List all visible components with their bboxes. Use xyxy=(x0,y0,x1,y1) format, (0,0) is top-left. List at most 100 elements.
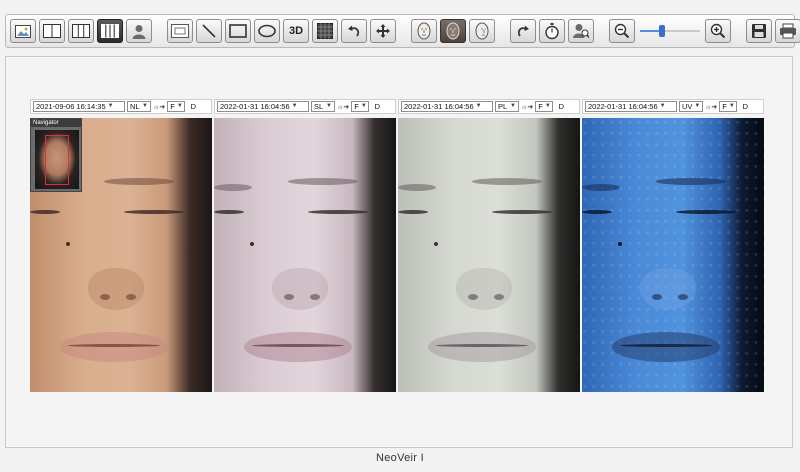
four-column-layout-icon xyxy=(101,24,119,38)
pan-button[interactable] xyxy=(370,19,396,43)
three-d-label: 3D xyxy=(288,25,304,37)
face-angle-select[interactable]: F ▼ xyxy=(535,101,554,112)
date-value: 2022-01-31 16:04:56 xyxy=(588,102,658,111)
date-select[interactable]: 2021-09-06 16:14:35 ▼ xyxy=(33,101,125,112)
light-bulb-icon[interactable]: ☼➔ xyxy=(705,103,717,111)
face-photo-nl[interactable]: Navigator xyxy=(30,118,212,392)
zoom-out-icon xyxy=(614,23,630,39)
face-angle-value: F xyxy=(722,102,727,111)
chevron-down-icon: ▼ xyxy=(176,103,183,109)
image-viewer: 2021-09-06 16:14:35 ▼ NL ▼ ☼➔ F ▼ D Navigat… xyxy=(5,56,793,448)
rectangle-tool-button[interactable] xyxy=(225,19,251,43)
undo-icon xyxy=(348,25,360,37)
chevron-down-icon: ▼ xyxy=(659,103,666,109)
chevron-down-icon: ▼ xyxy=(142,103,148,109)
save-button[interactable] xyxy=(746,19,772,43)
face-photo-uv[interactable] xyxy=(582,118,764,392)
face-angle-value: F xyxy=(170,102,175,111)
panel-header: 2022-01-31 16:04:56 ▼ SL ▼ ☼➔ F ▼ D xyxy=(214,99,396,114)
date-select[interactable]: 2022-01-31 16:04:56 ▼ xyxy=(585,101,677,112)
light-mode-select[interactable]: PL ▼ xyxy=(495,101,519,112)
timer-button[interactable] xyxy=(539,19,565,43)
light-bulb-icon[interactable]: ☼➔ xyxy=(337,103,349,111)
layout-4-button[interactable] xyxy=(97,19,123,43)
redo-button[interactable] xyxy=(510,19,536,43)
zoom-out-button[interactable] xyxy=(609,19,635,43)
navigator-viewport-rect[interactable] xyxy=(45,135,69,185)
line-icon xyxy=(202,24,216,38)
date-value: 2021-09-06 16:14:35 xyxy=(36,102,106,111)
zoom-in-button[interactable] xyxy=(705,19,731,43)
panel-header: 2021-09-06 16:14:35 ▼ NL ▼ ☼➔ F ▼ D xyxy=(30,99,212,114)
text-annotation-button[interactable] xyxy=(167,19,193,43)
face-angle-value: F xyxy=(354,102,359,111)
layout-2-button[interactable] xyxy=(39,19,65,43)
line-tool-button[interactable] xyxy=(196,19,222,43)
grid-button[interactable] xyxy=(312,19,338,43)
patient-search-button[interactable] xyxy=(568,19,594,43)
chevron-down-icon: ▼ xyxy=(694,103,701,109)
light-bulb-icon[interactable]: ☼➔ xyxy=(153,103,165,111)
face-angle-value: F xyxy=(538,102,543,111)
layout-3-button[interactable] xyxy=(68,19,94,43)
chevron-down-icon: ▼ xyxy=(510,103,516,109)
stopwatch-icon xyxy=(545,23,559,40)
light-mode-select[interactable]: UV ▼ xyxy=(679,101,703,112)
chevron-down-icon: ▼ xyxy=(360,103,367,109)
print-button[interactable] xyxy=(775,19,800,43)
d-button[interactable]: D xyxy=(371,101,383,112)
grid-icon xyxy=(317,23,333,39)
d-button[interactable]: D xyxy=(739,101,751,112)
text-box-icon xyxy=(171,24,189,38)
undo-button[interactable] xyxy=(341,19,367,43)
three-column-layout-icon xyxy=(72,24,90,38)
chevron-down-icon: ▼ xyxy=(728,103,735,109)
face-left-button[interactable] xyxy=(440,19,466,43)
light-mode-value: SL xyxy=(314,102,324,111)
face-angle-select[interactable]: F ▼ xyxy=(351,101,370,112)
move-arrows-icon xyxy=(376,24,390,38)
light-mode-value: NL xyxy=(130,102,140,111)
zoom-slider-knob[interactable] xyxy=(658,25,665,37)
patient-button[interactable] xyxy=(126,19,152,43)
light-bulb-icon[interactable]: ☼➔ xyxy=(521,103,533,111)
zoom-slider[interactable] xyxy=(640,24,700,38)
face-photo-pl[interactable] xyxy=(398,118,580,392)
date-select[interactable]: 2022-01-31 16:04:56 ▼ xyxy=(217,101,309,112)
chevron-down-icon: ▼ xyxy=(475,103,482,109)
person-icon xyxy=(132,24,146,39)
image-gallery-button[interactable] xyxy=(10,19,36,43)
face-right-icon xyxy=(475,22,489,40)
navigator-window[interactable]: Navigator xyxy=(30,118,82,192)
light-mode-select[interactable]: NL ▼ xyxy=(127,101,151,112)
light-mode-value: PL xyxy=(498,102,508,111)
face-angle-select[interactable]: F ▼ xyxy=(167,101,186,112)
image-panel-nl: 2021-09-06 16:14:35 ▼ NL ▼ ☼➔ F ▼ D Navigat… xyxy=(30,99,212,392)
face-left-icon xyxy=(446,22,460,40)
chevron-down-icon: ▼ xyxy=(107,103,114,109)
ellipse-icon xyxy=(258,24,276,38)
three-d-button[interactable]: 3D xyxy=(283,19,309,43)
printer-icon xyxy=(780,23,796,39)
face-photo-sl[interactable] xyxy=(214,118,396,392)
chevron-down-icon: ▼ xyxy=(326,103,332,109)
panel-header: 2022-01-31 16:04:56 ▼ UV ▼ ☼➔ F ▼ D xyxy=(582,99,764,114)
ellipse-tool-button[interactable] xyxy=(254,19,280,43)
toolbar: 3D xyxy=(5,14,800,48)
light-mode-value: UV xyxy=(682,102,693,111)
face-front-button[interactable] xyxy=(411,19,437,43)
zoom-in-icon xyxy=(710,23,726,39)
app-title: NeoVeir I xyxy=(376,452,424,464)
redo-icon xyxy=(517,25,529,37)
image-panel-sl: 2022-01-31 16:04:56 ▼ SL ▼ ☼➔ F ▼ D xyxy=(214,99,396,392)
navigator-title: Navigator xyxy=(31,119,81,127)
image-panel-uv: 2022-01-31 16:04:56 ▼ UV ▼ ☼➔ F ▼ D xyxy=(582,99,764,392)
floppy-disk-icon xyxy=(752,24,766,38)
face-right-button[interactable] xyxy=(469,19,495,43)
face-angle-select[interactable]: F ▼ xyxy=(719,101,738,112)
d-button[interactable]: D xyxy=(187,101,199,112)
d-button[interactable]: D xyxy=(555,101,567,112)
panel-header: 2022-01-31 16:04:56 ▼ PL ▼ ☼➔ F ▼ D xyxy=(398,99,580,114)
date-select[interactable]: 2022-01-31 16:04:56 ▼ xyxy=(401,101,493,112)
light-mode-select[interactable]: SL ▼ xyxy=(311,101,335,112)
